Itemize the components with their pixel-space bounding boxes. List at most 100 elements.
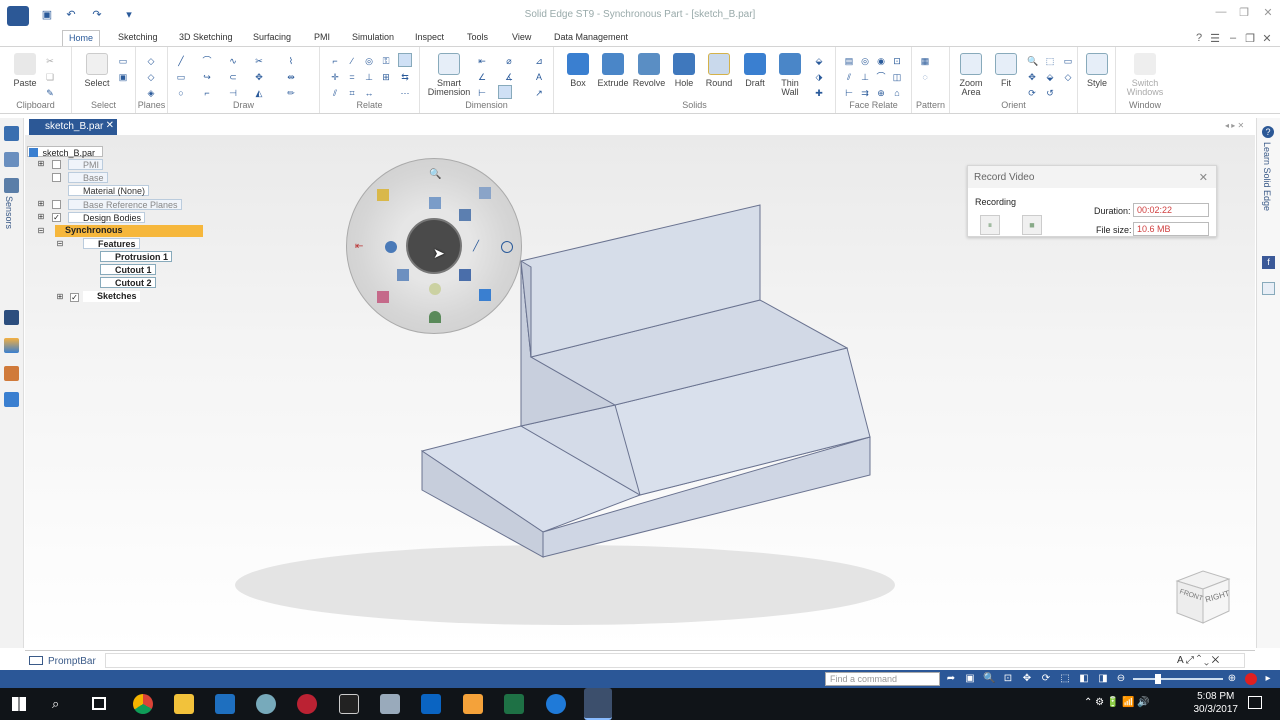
select-filter-icon[interactable]: ▭	[118, 56, 128, 66]
radial-face-icon[interactable]	[397, 269, 409, 281]
aligned-face-icon[interactable]: ⊕	[876, 88, 886, 98]
status-more-icon[interactable]: ▸	[1262, 673, 1274, 685]
concentric-icon[interactable]: ◎	[364, 56, 374, 66]
plane-coincident-icon[interactable]: ◇	[146, 56, 156, 66]
excel-icon[interactable]	[504, 694, 524, 714]
zoom-icon[interactable]: 🔍	[1027, 56, 1038, 66]
tree-expand-pmi[interactable]: ⊞	[37, 160, 45, 168]
pause-button[interactable]: ⏸	[980, 215, 1000, 235]
application-menu-button[interactable]	[6, 33, 50, 45]
trim-icon[interactable]: ✂	[254, 56, 264, 66]
paste-button[interactable]: Paste	[10, 53, 40, 88]
symmetric-face-icon[interactable]: ◫	[892, 72, 902, 82]
tab-tools[interactable]: Tools	[467, 32, 488, 42]
circle-icon[interactable]: ○	[176, 88, 186, 98]
outlook-icon[interactable]	[421, 694, 441, 714]
color-icon[interactable]	[4, 338, 19, 353]
concentric-face-icon[interactable]: ◉	[876, 56, 886, 66]
zoom-slider-thumb[interactable]	[1155, 674, 1161, 684]
draft-button[interactable]: Draft	[740, 53, 770, 88]
radial-lock-icon[interactable]	[377, 189, 389, 201]
notification-icon[interactable]	[1248, 696, 1262, 709]
perpendicular-face-icon[interactable]: ⊥	[860, 72, 870, 82]
tree-item-base[interactable]: Base	[68, 172, 108, 183]
tree-check-pmi[interactable]	[52, 160, 61, 169]
rigid-face-icon[interactable]: ⌂	[892, 88, 902, 98]
prompt-bar-input[interactable]	[105, 653, 1245, 668]
tree-expand-planes[interactable]: ⊞	[37, 200, 45, 208]
horizontal-face-icon[interactable]: ⊢	[844, 88, 854, 98]
zoom-slider[interactable]	[1133, 678, 1223, 680]
community-icon[interactable]	[1262, 282, 1275, 295]
find-command-input[interactable]: Find a command	[825, 672, 940, 686]
tray-icons[interactable]: ⌃ ⚙ 🔋 📶 🔊	[1084, 697, 1150, 708]
view-cube[interactable]: FRONT RIGHT	[1173, 567, 1233, 627]
screen-app-icon[interactable]	[215, 694, 235, 714]
radial-extrude-icon[interactable]	[459, 269, 471, 281]
radial-round-icon[interactable]	[429, 283, 441, 295]
coordinate-dim-icon[interactable]: ⊢	[477, 88, 487, 98]
rectangle-icon[interactable]: ▭	[176, 72, 186, 82]
chamfer-icon[interactable]: ⌐	[202, 88, 212, 98]
tree-check-sketches[interactable]: ✓	[70, 293, 79, 302]
ribbon-min-icon[interactable]: –	[1226, 31, 1240, 45]
face-relate-more-icon[interactable]: ⊡	[892, 56, 902, 66]
rotate-icon[interactable]: ⟳	[1027, 88, 1037, 98]
connect-icon[interactable]: ⌐	[330, 56, 340, 66]
style-button[interactable]: Style	[1082, 53, 1112, 88]
tab-pmi[interactable]: PMI	[314, 32, 330, 42]
relate-more-icon[interactable]: ⇆	[400, 72, 410, 82]
tangent-icon[interactable]: ∕	[347, 56, 357, 66]
tree-item-features[interactable]: Features	[83, 238, 140, 249]
radial-dimension-icon[interactable]: ⇤	[355, 241, 367, 253]
thin-wall-button[interactable]: Thin Wall	[774, 53, 806, 97]
tree-item-pmi[interactable]: PMI	[68, 159, 104, 170]
tree-item-protrusion-1[interactable]: Protrusion 1	[100, 251, 173, 262]
rigid-icon[interactable]: ⊞	[381, 72, 391, 82]
restore-icon[interactable]: ❐	[1236, 6, 1252, 22]
tree-check-design-bodies[interactable]: ✓	[52, 213, 61, 222]
annotation-more-icon[interactable]: ↗	[534, 88, 544, 98]
radial-draft-icon[interactable]: ╱	[473, 241, 485, 253]
move-icon[interactable]: ✥	[254, 72, 264, 82]
circular-pattern-icon[interactable]: ◌	[920, 72, 930, 82]
tree-check-planes[interactable]	[52, 200, 61, 209]
radial-revolve-icon[interactable]	[385, 241, 397, 253]
cut-icon[interactable]: ✂	[45, 56, 55, 66]
radial-circle-icon[interactable]	[501, 241, 513, 253]
tree-item-cutout-2[interactable]: Cutout 2	[100, 277, 156, 288]
learn-help-icon[interactable]: ?	[1262, 126, 1274, 138]
rectangular-pattern-icon[interactable]: ▦	[920, 56, 930, 66]
pathfinder-icon[interactable]	[4, 126, 19, 141]
tab-data-management[interactable]: Data Management	[554, 32, 628, 42]
store-app-icon[interactable]	[380, 694, 400, 714]
chrome-icon[interactable]	[133, 694, 153, 714]
ribbon-restore-icon[interactable]: ❐	[1243, 31, 1257, 45]
fit-button[interactable]: Fit	[992, 53, 1020, 88]
relate-options-icon[interactable]: ⋯	[400, 88, 410, 98]
sketch-view-icon[interactable]: ⬙	[1045, 72, 1055, 82]
style-status-icon[interactable]: ◧	[1078, 673, 1090, 685]
tree-expand-features[interactable]: ⊟	[56, 240, 64, 248]
extend-icon[interactable]: ⊣	[228, 88, 238, 98]
radial-fit-icon[interactable]	[429, 197, 441, 209]
add-body-icon[interactable]: ✚	[814, 88, 824, 98]
smart-dimension-button[interactable]: Smart Dimension	[424, 53, 474, 97]
mirror-solid-icon[interactable]: ⬗	[814, 72, 824, 82]
symmetric-icon[interactable]: ⌗	[347, 88, 357, 98]
symmetric-diameter-icon[interactable]: ⌀	[504, 56, 514, 66]
record-close-icon[interactable]: ✕	[1199, 171, 1208, 184]
assembly-icon[interactable]	[4, 392, 19, 407]
construction-icon[interactable]: ✏	[286, 88, 296, 98]
solid-edge-taskbar-icon[interactable]	[584, 688, 612, 720]
line-icon[interactable]: ╱	[176, 56, 186, 66]
pattern-solid-icon[interactable]: ⬙	[814, 56, 824, 66]
zoom-area-button[interactable]: Zoom Area	[956, 53, 986, 97]
stop-button[interactable]: ■	[1022, 215, 1042, 235]
hole-button[interactable]: Hole	[670, 53, 698, 88]
format-painter-icon[interactable]: ✎	[45, 88, 55, 98]
view-orient-icon[interactable]: ⬚	[1045, 56, 1055, 66]
attach-icon[interactable]: ⊿	[534, 56, 544, 66]
rotate-status-icon[interactable]: ⟳	[1040, 673, 1052, 685]
coplanar-icon[interactable]: ▤	[844, 56, 854, 66]
